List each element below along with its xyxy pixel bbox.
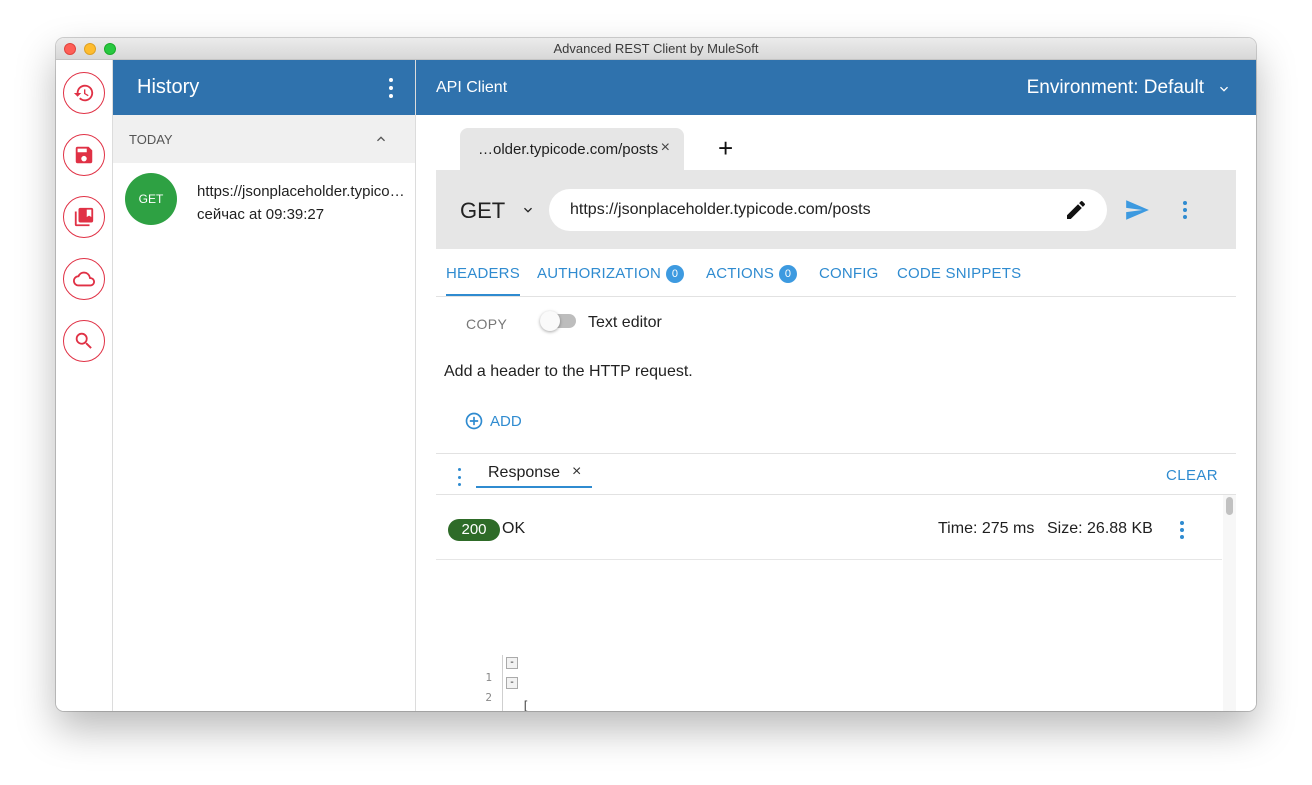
text-editor-label: Text editor <box>588 314 662 331</box>
actions-count-badge: 0 <box>779 265 798 283</box>
history-panel: History TODAY GET https://jsonplaceholde… <box>113 60 416 711</box>
tab-actions-label: ACTIONS <box>706 265 775 282</box>
window-maximize-button[interactable] <box>104 43 116 55</box>
fold-toggle[interactable]: - <box>506 657 518 669</box>
window-minimize-button[interactable] <box>84 43 96 55</box>
chevron-up-icon[interactable] <box>373 131 389 147</box>
add-circle-icon <box>465 412 483 430</box>
history-item-time: сейчас at 09:39:27 <box>197 206 325 223</box>
response-options-icon[interactable] <box>1178 521 1186 539</box>
edit-icon[interactable] <box>1064 198 1088 222</box>
environment-selector[interactable]: Environment: Default <box>1027 77 1204 99</box>
code-line: 1 - [ <box>436 657 1222 711</box>
response-size: Size: 26.88 KB <box>1047 520 1153 537</box>
saved-nav-button[interactable] <box>63 134 105 176</box>
tab-code-snippets[interactable]: CODE SNIPPETS <box>897 265 1021 282</box>
cloud-icon <box>73 271 95 287</box>
tab-config[interactable]: CONFIG <box>819 265 879 282</box>
nav-rail <box>56 60 113 711</box>
close-tab-icon[interactable]: × <box>661 139 670 157</box>
status-badge: 200 <box>448 519 500 541</box>
method-selector[interactable]: GET <box>460 198 505 224</box>
response-tab[interactable]: Response × <box>476 462 592 488</box>
clear-button[interactable]: CLEAR <box>1166 467 1218 484</box>
app-title: API Client <box>436 79 508 96</box>
tab-headers[interactable]: HEADERS <box>446 265 520 296</box>
response-menu-icon[interactable] <box>455 468 463 486</box>
text-editor-toggle[interactable] <box>540 311 576 331</box>
send-icon[interactable] <box>1124 197 1150 223</box>
tab-authorization-label: AUTHORIZATION <box>537 265 661 282</box>
add-header-label: ADD <box>490 412 522 430</box>
projects-nav-button[interactable] <box>63 196 105 238</box>
code-line: 3 "userId": 1, <box>436 697 1222 711</box>
window-close-button[interactable] <box>64 43 76 55</box>
scrollbar-thumb[interactable] <box>1226 497 1233 515</box>
response-tab-label: Response <box>488 464 561 481</box>
cloud-nav-button[interactable] <box>63 258 105 300</box>
response-time: Time: 275 ms <box>938 520 1035 537</box>
close-response-icon[interactable]: × <box>572 463 581 481</box>
request-panel: API Client Environment: Default …older.t… <box>416 60 1256 711</box>
response-body-viewer: 1 - [ 2 - { 3 "userId": 1, 4"id": 1,5"ti… <box>436 560 1222 711</box>
title-bar: Advanced REST Client by MuleSoft <box>56 38 1256 60</box>
history-title: History <box>137 76 200 98</box>
chevron-down-icon[interactable] <box>1216 81 1232 97</box>
status-text: OK <box>502 520 526 537</box>
copy-button[interactable]: COPY <box>466 316 507 332</box>
response-scrollbar[interactable] <box>1223 495 1236 711</box>
history-icon <box>73 84 94 102</box>
add-header-button[interactable]: ADD <box>464 410 522 432</box>
search-icon <box>75 332 92 349</box>
toggle-knob <box>540 311 560 331</box>
response-header: Response × CLEAR <box>436 453 1236 495</box>
code-line: 2 - { <box>436 677 1222 704</box>
request-editor-tabs: HEADERS AUTHORIZATION 0 ACTIONS 0 CONFIG C… <box>436 249 1236 297</box>
tab-actions[interactable]: ACTIONS 0 <box>706 265 798 283</box>
history-header: History <box>113 60 415 115</box>
headers-empty-hint: Add a header to the HTTP request. <box>444 363 693 380</box>
request-menu-icon[interactable] <box>1181 201 1189 219</box>
history-nav-button[interactable] <box>63 72 105 114</box>
library-icon <box>74 207 94 227</box>
request-tab-label: …older.typicode.com/posts <box>478 141 659 158</box>
history-group-label: TODAY <box>129 132 173 147</box>
response-status-row: 200 OK Time: 275 ms Size: 26.88 KB <box>436 495 1222 560</box>
request-tab[interactable]: …older.typicode.com/posts × <box>460 128 684 170</box>
history-group-header[interactable]: TODAY <box>113 115 415 163</box>
method-badge: GET <box>125 173 177 225</box>
window-title: Advanced REST Client by MuleSoft <box>553 41 759 56</box>
app-header: API Client Environment: Default <box>416 60 1256 115</box>
save-icon <box>75 146 93 164</box>
search-nav-button[interactable] <box>63 320 105 362</box>
add-tab-button[interactable]: + <box>718 134 733 162</box>
app-window: Advanced REST Client by MuleSoft History… <box>56 38 1256 711</box>
request-bar: GET <box>436 170 1236 249</box>
history-item-url: https://jsonplaceholder.typicode.com/pos… <box>197 183 407 200</box>
history-menu-icon[interactable] <box>385 78 397 98</box>
chevron-down-icon[interactable] <box>520 202 536 218</box>
authorization-count-badge: 0 <box>665 265 684 283</box>
tab-authorization[interactable]: AUTHORIZATION 0 <box>537 265 684 283</box>
fold-toggle[interactable]: - <box>506 677 518 689</box>
url-input[interactable] <box>549 189 1107 231</box>
history-list-item[interactable]: GET https://jsonplaceholder.typicode.com… <box>113 163 415 235</box>
